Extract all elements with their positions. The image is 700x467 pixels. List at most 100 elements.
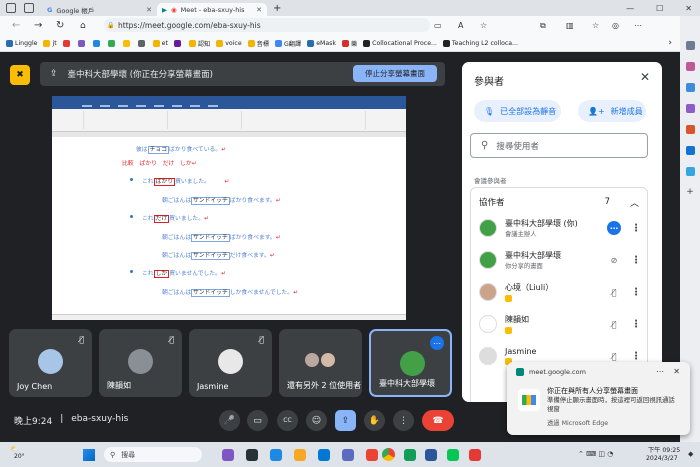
taskbar-search[interactable]: ⚲ 搜尋: [104, 447, 202, 462]
participant-tile[interactable]: ⋯ 臺中科大部學壞: [369, 329, 452, 397]
bookmark-item[interactable]: Collocational Proce...: [363, 39, 437, 47]
close-panel-icon[interactable]: ✕: [640, 70, 650, 84]
office-icon[interactable]: [685, 125, 695, 134]
word-icon[interactable]: [425, 449, 437, 461]
mute-all-button[interactable]: 🎙 已全部設為靜音: [474, 100, 561, 122]
chevron-up-icon[interactable]: ︿: [630, 196, 639, 209]
camera-button[interactable]: ▭: [247, 410, 268, 431]
participant-menu-icon[interactable]: ⋮: [629, 223, 643, 234]
more-options-button[interactable]: ⋮: [393, 410, 414, 431]
tab-actions-icon[interactable]: [24, 3, 34, 13]
host-controls-icon[interactable]: ✖: [10, 65, 30, 85]
bookmark-item[interactable]: 認知: [188, 39, 210, 48]
new-tab-icon[interactable]: +: [273, 3, 281, 14]
tab-google-account[interactable]: G Google 帳戶 ✕: [42, 3, 157, 16]
participant-tile[interactable]: 🎙̸ Jasmine: [189, 329, 272, 397]
screen-share-notification[interactable]: meet.google.com ⋯ ✕ 你正在與所有人分享螢幕畫面 準備停止顯示…: [507, 362, 690, 435]
bookmark-item[interactable]: [122, 39, 132, 47]
start-icon[interactable]: [83, 449, 95, 461]
reactions-button[interactable]: ☺: [306, 410, 327, 431]
taskbar-app-icon[interactable]: [404, 449, 416, 461]
toast-more-icon[interactable]: ⋯: [656, 367, 664, 376]
bookmark-item[interactable]: [107, 39, 117, 47]
video-icon[interactable]: ▭: [434, 21, 442, 30]
bookmark-item[interactable]: [77, 39, 87, 47]
leave-call-button[interactable]: ☎: [422, 410, 454, 431]
home-icon[interactable]: ⌂: [80, 21, 86, 31]
bookmark-item[interactable]: 音標: [247, 39, 269, 48]
reader-icon[interactable]: A: [458, 21, 463, 30]
shopping-icon[interactable]: [685, 62, 695, 71]
participant-row[interactable]: 臺中科大部學壞 (你) 會議主辦人 ⋯ ⋮: [479, 214, 643, 242]
microphone-button[interactable]: 🎤: [219, 410, 240, 431]
bookmark-item[interactable]: et: [152, 39, 168, 47]
raise-hand-button[interactable]: ✋: [364, 410, 385, 431]
taskbar-app-icon[interactable]: [222, 449, 234, 461]
tools-icon[interactable]: [685, 83, 695, 92]
window-menu-icon[interactable]: [6, 3, 16, 13]
drop-icon[interactable]: [685, 167, 695, 176]
minimize-icon[interactable]: —: [626, 4, 634, 13]
close-tab-icon[interactable]: ✕: [146, 6, 152, 14]
tile-options-icon[interactable]: ⋯: [430, 336, 444, 350]
bookmark-item[interactable]: 樂: [341, 39, 357, 48]
forward-icon[interactable]: →: [34, 20, 42, 31]
refresh-icon[interactable]: ↻: [56, 20, 64, 31]
participant-menu-icon[interactable]: ⋮: [629, 287, 643, 298]
close-window-icon[interactable]: ✕: [685, 4, 692, 13]
participant-row[interactable]: 陳韻如 🎙̸ ⋮: [479, 310, 643, 338]
bookmark-item[interactable]: [137, 39, 147, 47]
chrome-icon[interactable]: [382, 448, 395, 461]
taskbar-app-icon[interactable]: [318, 449, 330, 461]
add-people-button[interactable]: 👤+ 新增成員: [578, 100, 646, 122]
back-icon[interactable]: ←: [12, 20, 20, 31]
taskbar-app-icon[interactable]: [342, 449, 354, 461]
taskbar-app-icon[interactable]: [294, 449, 306, 461]
taskbar-app-icon[interactable]: [366, 449, 378, 461]
bookmark-item[interactable]: G翻譯: [275, 39, 301, 48]
search-icon[interactable]: [685, 41, 695, 50]
stop-presenting-icon[interactable]: ⊘: [607, 253, 621, 267]
taskbar-app-icon[interactable]: [270, 449, 282, 461]
taskbar-app-icon[interactable]: [469, 449, 481, 461]
games-icon[interactable]: [685, 104, 695, 113]
participant-tile[interactable]: 還有另外 2 位使用者: [279, 329, 362, 397]
toast-close-icon[interactable]: ✕: [673, 367, 680, 376]
speaking-indicator-icon[interactable]: ⋯: [607, 221, 621, 235]
notifications-icon[interactable]: ◆: [688, 450, 693, 458]
stop-sharing-button[interactable]: 停止分享螢幕畫面: [353, 65, 437, 82]
search-people-input[interactable]: ⚲ 搜尋使用者: [470, 133, 648, 158]
maximize-icon[interactable]: ☐: [656, 4, 663, 13]
captions-button[interactable]: CC: [277, 410, 298, 431]
bookmark-item[interactable]: voice: [216, 39, 242, 47]
taskbar-app-icon[interactable]: [246, 449, 258, 461]
participant-row[interactable]: 心境（Liuli） 🎙̸ ⋮: [479, 278, 643, 306]
favorite-icon[interactable]: ☆: [480, 21, 487, 30]
participant-menu-icon[interactable]: ⋮: [629, 319, 643, 330]
group-header[interactable]: 協作者 7 ︿: [479, 194, 639, 210]
bookmarks-overflow-icon[interactable]: ›: [668, 38, 672, 48]
bookmark-item[interactable]: [62, 39, 72, 47]
line-icon[interactable]: [447, 449, 459, 461]
bookmark-item[interactable]: Linggle: [6, 39, 37, 47]
participant-row[interactable]: 臺中科大部學壞 你分享的畫面 ⊘ ⋮: [479, 246, 643, 274]
bookmark-item[interactable]: Teaching L2 colloca...: [442, 39, 518, 47]
bookmark-item[interactable]: eMask: [307, 39, 336, 47]
tab-meet[interactable]: ▶ ◉ Meet - eba-sxuy-his ✕: [157, 3, 267, 16]
mic-off-icon[interactable]: 🎙̸: [607, 349, 621, 363]
more-icon[interactable]: ⋯: [634, 21, 642, 30]
participant-tile[interactable]: 🎙̸ 陳韻如: [99, 329, 182, 397]
participant-tile[interactable]: 🎙̸ Joy Chen: [9, 329, 92, 397]
bookmark-item[interactable]: jt: [43, 39, 57, 47]
mic-off-icon[interactable]: 🎙̸: [607, 317, 621, 331]
tray-icons[interactable]: ⌃ ⌨ ◫ ◔: [578, 450, 613, 458]
url-field[interactable]: 🔒 https://meet.google.com/eba-sxuy-his: [104, 18, 430, 32]
present-button[interactable]: ⇪: [335, 410, 356, 431]
collections-icon[interactable]: ☆: [592, 21, 599, 30]
bookmark-item[interactable]: [92, 39, 102, 47]
split-screen-icon[interactable]: ▥: [566, 21, 574, 30]
participant-menu-icon[interactable]: ⋮: [629, 255, 643, 266]
outlook-icon[interactable]: [685, 146, 695, 155]
bookmark-item[interactable]: [173, 39, 183, 47]
weather-icon[interactable]: ⛅: [10, 445, 19, 453]
